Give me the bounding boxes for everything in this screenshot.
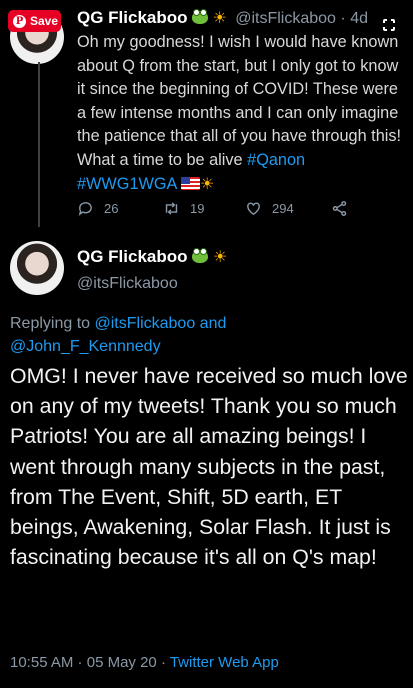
share-button[interactable] <box>331 200 348 217</box>
author-name[interactable]: QG Flickaboo <box>77 247 188 266</box>
tweet-actions: 26 19 294 <box>77 200 348 217</box>
tweet-body: Oh my goodness! I wish I would have know… <box>77 33 402 169</box>
author-handle[interactable]: @itsFlickaboo <box>235 10 336 27</box>
frog-emoji <box>191 9 208 24</box>
replying-prefix: Replying to <box>10 315 95 332</box>
reply-count: 26 <box>104 201 119 216</box>
heart-icon <box>247 202 260 216</box>
share-icon <box>332 201 347 216</box>
sun-emoji: ☀ <box>200 175 215 193</box>
tweet-time[interactable]: 4d <box>350 10 368 27</box>
author-name[interactable]: QG Flickaboo <box>77 8 188 27</box>
pinterest-save-button[interactable]: P Save <box>8 10 61 32</box>
separator: · <box>73 654 87 671</box>
reply-user-link[interactable]: @itsFlickaboo <box>95 315 196 332</box>
avatar[interactable] <box>10 241 64 295</box>
reply-button[interactable]: 26 <box>77 200 163 217</box>
tweet-text: Oh my goodness! I wish I would have know… <box>77 31 407 196</box>
tweet-text: OMG! I never have received so much love … <box>10 364 408 570</box>
us-flag-emoji <box>181 176 201 190</box>
author-handle[interactable]: @itsFlickaboo <box>77 275 178 293</box>
frog-emoji <box>192 248 209 263</box>
sun-emoji: ☀ <box>212 10 227 27</box>
like-button[interactable]: 294 <box>245 200 331 217</box>
tweet-header: QG Flickaboo ☀ @itsFlickaboo · 4d <box>77 8 382 28</box>
replying-to: Replying to @itsFlickaboo and @John_F_Ke… <box>10 312 405 358</box>
pinterest-icon: P <box>13 14 26 28</box>
reply-and: and <box>195 315 227 332</box>
tweet-time[interactable]: 10:55 AM <box>10 654 73 671</box>
tweet-source-link[interactable]: Twitter Web App <box>170 654 279 671</box>
retweet-button[interactable]: 19 <box>163 200 245 217</box>
separator: · <box>340 10 346 27</box>
save-label: Save <box>30 14 59 28</box>
tweet-header: QG Flickaboo ☀ <box>77 247 227 267</box>
thread-connector <box>38 62 40 227</box>
retweet-icon <box>165 202 178 215</box>
tweet-date[interactable]: 05 May 20 <box>87 654 157 671</box>
separator: · <box>156 654 170 671</box>
hashtag-qanon[interactable]: #Qanon <box>247 151 305 169</box>
retweet-count: 19 <box>190 201 205 216</box>
reply-icon <box>78 202 92 216</box>
sun-emoji: ☀ <box>213 249 228 266</box>
hashtag-wwg1wga[interactable]: #WWG1WGA <box>77 175 177 193</box>
like-count: 294 <box>272 201 294 216</box>
reply-user-link[interactable]: @John_F_Kennnedy <box>10 338 161 355</box>
expand-icon[interactable] <box>382 18 396 32</box>
tweet-meta: 10:55 AM · 05 May 20 · Twitter Web App <box>10 654 279 671</box>
